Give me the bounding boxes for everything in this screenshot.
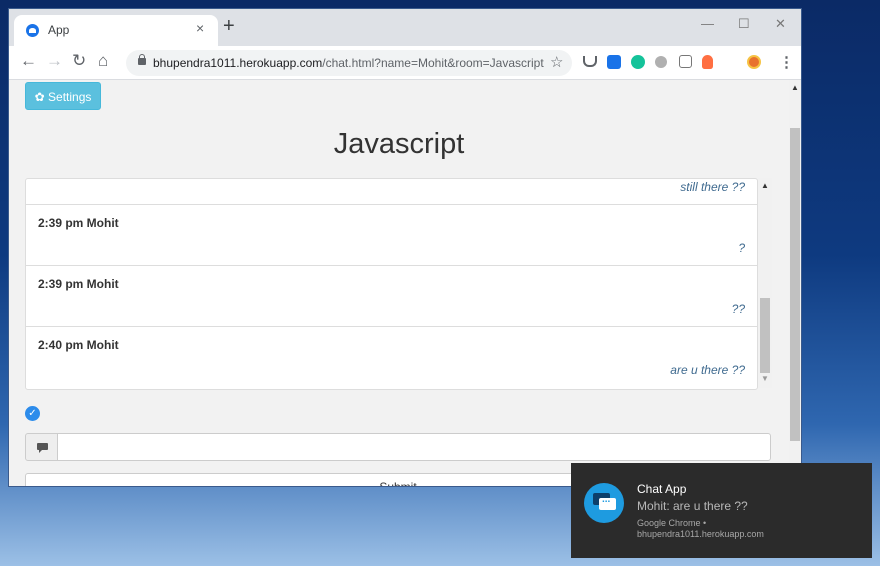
tab-strip: App × + — ☐ ✕: [9, 9, 801, 46]
settings-button[interactable]: ✿ Settings: [25, 82, 101, 110]
notification-source-app: Google Chrome •: [637, 518, 707, 528]
app-favicon-icon: [26, 24, 39, 37]
pocket-icon[interactable]: [583, 56, 597, 67]
message-text: still there ??: [680, 180, 745, 194]
tab-close-icon[interactable]: ×: [196, 20, 204, 36]
reload-button[interactable]: ↻: [72, 51, 86, 71]
minimize-button[interactable]: —: [701, 16, 714, 31]
home-button[interactable]: ⌂: [98, 51, 108, 71]
scroll-up-arrow-icon[interactable]: ▲: [761, 181, 769, 190]
address-bar[interactable]: bhupendra1011.herokuapp.com/chat.html?na…: [126, 50, 572, 76]
browser-toolbar: ← → ↻ ⌂ bhupendra1011.herokuapp.com/chat…: [9, 46, 801, 80]
notification-toast[interactable]: Chat App Mohit: are u there ?? Google Ch…: [571, 463, 872, 558]
notification-source: Google Chrome • bhupendra1011.herokuapp.…: [637, 518, 863, 540]
grammarly-icon[interactable]: [631, 55, 645, 69]
message-meta: 2:39 pm Mohit: [38, 277, 119, 291]
message-item: still there ??: [26, 179, 757, 205]
notification-body: Mohit: are u there ??: [637, 499, 748, 513]
notification-title: Chat App: [637, 482, 687, 496]
profile-avatar[interactable]: [747, 55, 761, 69]
room-title: Javascript: [333, 128, 465, 160]
message-text: are u there ??: [670, 363, 745, 377]
notification-source-domain: bhupendra1011.herokuapp.com: [637, 529, 764, 539]
page-scrollbar[interactable]: ▲: [789, 80, 801, 486]
message-list-scrollbar[interactable]: ▲ ▼: [758, 178, 772, 388]
scroll-thumb[interactable]: [760, 298, 770, 373]
maximize-button[interactable]: ☐: [738, 16, 750, 32]
message-text: ??: [731, 302, 745, 316]
input-addon: [25, 433, 58, 461]
message-item: 2:39 pm Mohit ?: [26, 205, 757, 266]
settings-ext-icon[interactable]: [655, 56, 667, 68]
chat-bubble-icon: [584, 483, 624, 523]
bookmark-star-icon[interactable]: ☆: [550, 53, 563, 71]
lock-icon[interactable]: [138, 54, 146, 65]
url-text[interactable]: bhupendra1011.herokuapp.com/chat.html?na…: [153, 56, 544, 70]
check-circle-icon: ✓: [25, 406, 40, 421]
ghostery-icon[interactable]: [702, 55, 713, 69]
tab-title: App: [48, 23, 70, 37]
gear-icon: ✿: [34, 90, 49, 104]
comment-icon: [37, 443, 48, 453]
tab-app[interactable]: App ×: [14, 15, 218, 46]
chrome-menu-icon[interactable]: ⋮: [779, 53, 794, 71]
page-scroll-thumb[interactable]: [790, 128, 800, 441]
message-item: 2:39 pm Mohit ??: [26, 266, 757, 327]
message-item: 2:40 pm Mohit are u there ??: [26, 327, 757, 387]
translate-icon[interactable]: [679, 55, 692, 68]
message-list[interactable]: still there ?? 2:39 pm Mohit ? 2:39 pm M…: [25, 178, 758, 390]
new-tab-button[interactable]: +: [223, 15, 235, 38]
message-meta: 2:40 pm Mohit: [38, 338, 119, 352]
page-scroll-up-arrow-icon[interactable]: ▲: [791, 83, 799, 92]
settings-label: Settings: [48, 90, 92, 104]
message-input[interactable]: [57, 433, 771, 461]
browser-window: App × + — ☐ ✕ ← → ↻ ⌂ bhupendra1011.hero…: [9, 9, 801, 486]
message-input-group: [25, 433, 771, 461]
back-button[interactable]: ←: [20, 51, 37, 71]
message-text: ?: [738, 241, 745, 255]
close-window-button[interactable]: ✕: [775, 16, 786, 32]
chat-page: ✿ Settings Javascript still there ?? 2:3…: [9, 80, 789, 486]
url-domain: bhupendra1011.herokuapp.com: [153, 56, 323, 70]
url-path: /chat.html?name=Mohit&room=Javascript: [322, 56, 544, 70]
forward-button[interactable]: →: [46, 51, 63, 71]
window-icon[interactable]: [607, 55, 621, 69]
message-meta: 2:39 pm Mohit: [38, 216, 119, 230]
scroll-down-arrow-icon[interactable]: ▼: [761, 374, 769, 383]
